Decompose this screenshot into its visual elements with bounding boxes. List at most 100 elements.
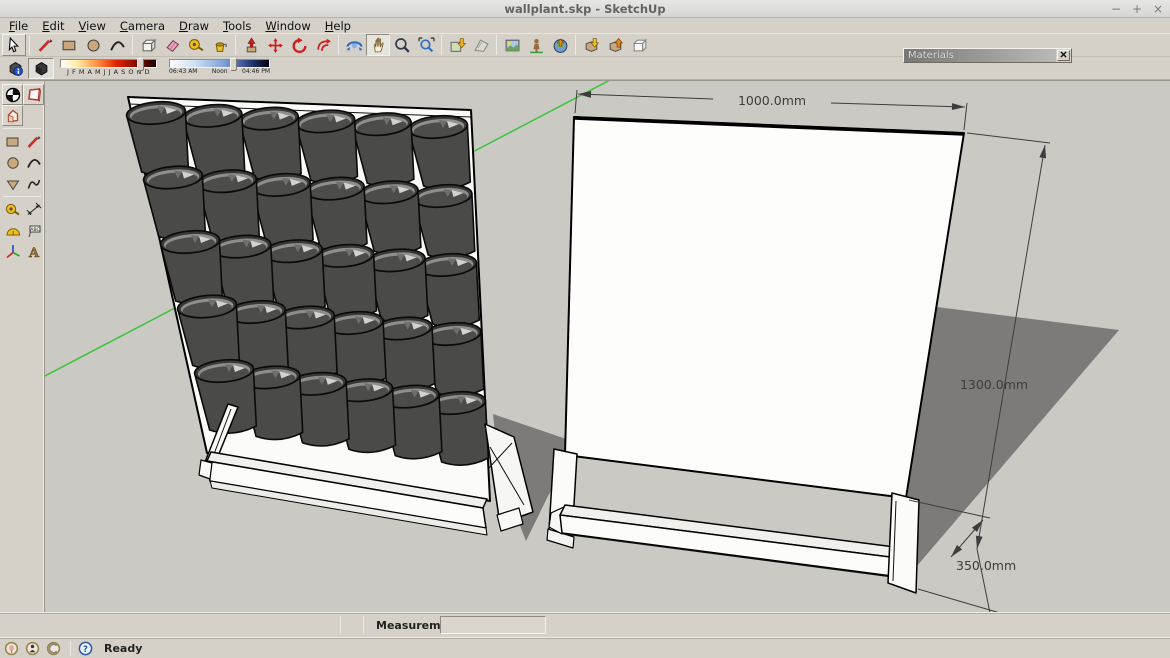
measurements-input[interactable] (440, 616, 546, 634)
tool-palette: GS ABC A (0, 81, 45, 612)
circle-tool-button[interactable] (2, 152, 23, 173)
make-component-button[interactable] (136, 34, 160, 56)
line-button[interactable] (33, 34, 57, 56)
model-viewport[interactable]: 1000.0mm1300.0mm350.0mm (45, 81, 1170, 613)
circle-button[interactable] (81, 34, 105, 56)
shadow-date-thumb[interactable] (137, 58, 144, 71)
3d-text-icon: A (26, 244, 42, 260)
eraser-button[interactable] (160, 34, 184, 56)
circle-icon (85, 37, 102, 54)
zoom-button[interactable] (390, 34, 414, 56)
svg-text:?: ? (83, 643, 88, 653)
toggle-shadows-button[interactable] (28, 58, 54, 79)
orbit-icon (346, 37, 363, 54)
paint-bucket-button[interactable] (208, 34, 232, 56)
status-person-icon[interactable] (24, 640, 41, 657)
freehand-icon (26, 176, 42, 192)
text-tool-button[interactable]: ABC (23, 220, 44, 241)
rectangle-button[interactable] (57, 34, 81, 56)
add-location-icon (449, 37, 466, 54)
orbit-button[interactable] (342, 34, 366, 56)
shadow-time-thumb[interactable] (230, 58, 237, 71)
offset-icon (315, 37, 332, 54)
menu-view[interactable]: View (72, 19, 113, 33)
rectangle-tool-button[interactable] (2, 131, 23, 152)
menu-file[interactable]: File (2, 19, 35, 33)
status-pin-icon[interactable] (3, 640, 20, 657)
maximize-button[interactable]: + (1131, 1, 1143, 17)
axes-icon (5, 244, 21, 260)
status-ring-icon[interactable] (45, 640, 62, 657)
materials-panel-title[interactable]: Materials (904, 49, 1056, 62)
divider (363, 616, 364, 634)
menu-edit[interactable]: Edit (35, 19, 71, 33)
polygon-icon (5, 176, 21, 192)
sketchup-window: wallplant.skp - SketchUp − + × FileEditV… (0, 0, 1170, 658)
pan-icon (370, 37, 387, 54)
status-bar: ? Ready (0, 637, 1170, 658)
line-tool-button[interactable] (23, 131, 44, 152)
move-icon (267, 37, 284, 54)
shadow-settings-button[interactable] (2, 58, 28, 79)
freehand-tool-button[interactable] (23, 173, 44, 194)
menu-help[interactable]: Help (318, 19, 358, 33)
menu-tools[interactable]: Tools (216, 19, 258, 33)
get-models-button[interactable] (579, 34, 603, 56)
shadow-date-slider[interactable]: J F M A M J J A S O N D (60, 59, 157, 76)
materials-panel[interactable]: Materials (903, 48, 1072, 63)
arc-icon (109, 37, 126, 54)
eraser-icon (164, 37, 181, 54)
select-button[interactable] (2, 34, 26, 56)
match-photo-button[interactable] (524, 34, 548, 56)
materials-close-button[interactable] (1057, 50, 1070, 61)
titlebar[interactable]: wallplant.skp - SketchUp − + × (0, 0, 1170, 18)
components-button[interactable] (627, 34, 651, 56)
help-icon[interactable]: ? (77, 640, 94, 657)
zoom-extents-button[interactable] (414, 34, 438, 56)
arc-tool-button[interactable] (23, 152, 44, 173)
photo-textures-button[interactable] (500, 34, 524, 56)
plugin-compass-icon: GS (5, 87, 21, 103)
palette-separator (3, 196, 41, 197)
svg-text:G: G (11, 91, 14, 95)
protractor-tool-button[interactable] (2, 220, 23, 241)
menu-draw[interactable]: Draw (172, 19, 216, 33)
rotate-button[interactable] (287, 34, 311, 56)
rectangle-icon (5, 134, 21, 150)
share-model-button[interactable] (603, 34, 627, 56)
tape-measure-icon (5, 202, 21, 218)
move-button[interactable] (263, 34, 287, 56)
offset-button[interactable] (311, 34, 335, 56)
menu-window[interactable]: Window (258, 19, 317, 33)
get-models-icon (583, 37, 600, 54)
palette-separator (3, 128, 41, 129)
plugin-board-tool-button[interactable] (23, 84, 44, 105)
3d-text-tool-button[interactable]: A (23, 241, 44, 262)
close-button[interactable]: × (1152, 1, 1164, 17)
toggle-terrain-button[interactable] (469, 34, 493, 56)
push-pull-button[interactable] (239, 34, 263, 56)
dimension-tool-button[interactable] (23, 199, 44, 220)
line-icon (37, 37, 54, 54)
polygon-tool-button[interactable] (2, 173, 23, 194)
plugin-house-tool-button[interactable] (2, 105, 23, 126)
axes-tool-button[interactable] (2, 241, 23, 262)
shadow-settings-icon (7, 60, 24, 77)
menu-camera[interactable]: Camera (113, 19, 172, 33)
shadow-time-groove[interactable] (169, 59, 270, 68)
plugin-compass-tool-button[interactable]: GS (2, 84, 23, 105)
minimize-button[interactable]: − (1110, 1, 1122, 17)
add-location-button[interactable] (445, 34, 469, 56)
plugin-board-icon (26, 87, 42, 103)
preview-google-earth-button[interactable] (548, 34, 572, 56)
shadow-time-slider[interactable]: 06:43 AM Noon 04:46 PM (169, 59, 270, 75)
pan-button[interactable] (366, 34, 390, 56)
dimension-label-height: 1300.0mm (960, 377, 1028, 392)
time-label-start: 06:43 AM (169, 68, 197, 75)
tape-measure-tool-button[interactable] (2, 199, 23, 220)
time-label-end: 04:46 PM (242, 68, 270, 75)
arc-button[interactable] (105, 34, 129, 56)
toolbar-separator (29, 35, 30, 55)
drawing-canvas[interactable]: 1000.0mm1300.0mm350.0mm (45, 81, 1170, 612)
tape-measure-button[interactable] (184, 34, 208, 56)
